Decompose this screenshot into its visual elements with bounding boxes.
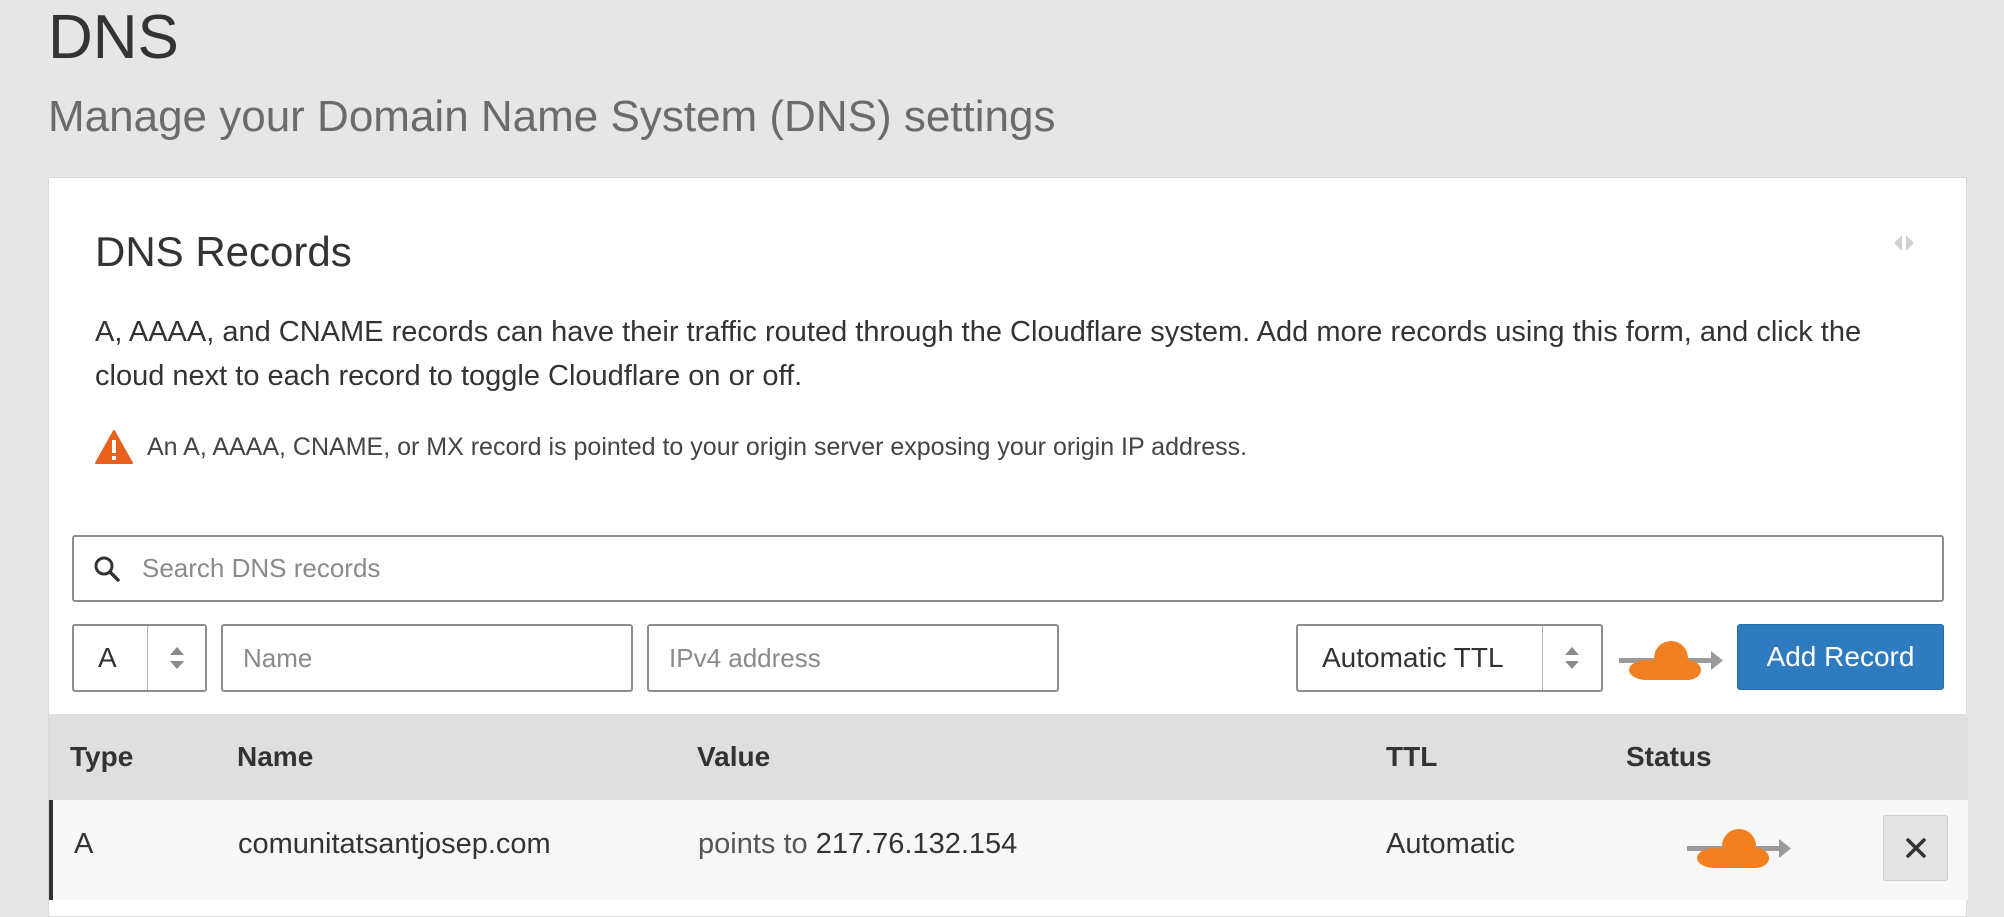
page-title: DNS (48, 3, 179, 72)
warning-message: An A, AAAA, CNAME, or MX record is point… (95, 430, 1247, 464)
warning-icon (95, 430, 133, 464)
column-header-status[interactable]: Status (1626, 714, 1712, 800)
ipv4-input[interactable] (669, 642, 1057, 674)
search-icon (94, 556, 120, 582)
record-value-ip: 217.76.132.154 (815, 828, 1018, 860)
ttl-value: Automatic TTL (1298, 626, 1543, 690)
card-title: DNS Records (95, 228, 352, 275)
select-arrows-icon (169, 647, 184, 669)
record-ttl[interactable]: Automatic (1386, 800, 1515, 888)
column-header-name[interactable]: Name (237, 714, 313, 800)
column-header-ttl[interactable]: TTL (1386, 714, 1437, 800)
record-value-prefix: points to (698, 828, 808, 860)
card-description: A, AAAA, and CNAME records can have thei… (95, 316, 1862, 392)
page-subtitle: Manage your Domain Name System (DNS) set… (48, 92, 1056, 141)
table-row[interactable]: A comunitatsantjosep.com points to 217.7… (49, 800, 1968, 900)
column-header-type[interactable]: Type (70, 714, 133, 800)
record-type: A (74, 828, 94, 860)
close-icon (1905, 838, 1926, 858)
collapse-arrows-icon[interactable] (1892, 234, 1916, 252)
record-type-select[interactable]: A (72, 624, 207, 692)
record-name[interactable]: comunitatsantjosep.com (238, 800, 551, 888)
search-box[interactable] (72, 535, 1944, 602)
ttl-select[interactable]: Automatic TTL (1296, 624, 1603, 692)
column-header-value[interactable]: Value (697, 714, 770, 800)
dns-records-card: DNS Records A, AAAA, and CNAME records c… (48, 177, 1968, 917)
proxied-cloud-icon[interactable] (1685, 824, 1793, 870)
proxy-cloud-icon[interactable] (1617, 636, 1725, 682)
name-field[interactable] (221, 624, 633, 692)
search-input[interactable] (142, 553, 1842, 584)
name-input[interactable] (243, 642, 631, 674)
table-header: Type Name Value TTL Status (49, 714, 1968, 800)
select-arrows-icon (1565, 647, 1579, 669)
record-type-value: A (74, 626, 148, 690)
warning-text: An A, AAAA, CNAME, or MX record is point… (147, 432, 1248, 461)
record-value[interactable]: points to 217.76.132.154 (698, 800, 1017, 888)
ipv4-field[interactable] (647, 624, 1059, 692)
delete-record-button[interactable] (1883, 815, 1948, 881)
add-record-button[interactable]: Add Record (1737, 624, 1944, 690)
